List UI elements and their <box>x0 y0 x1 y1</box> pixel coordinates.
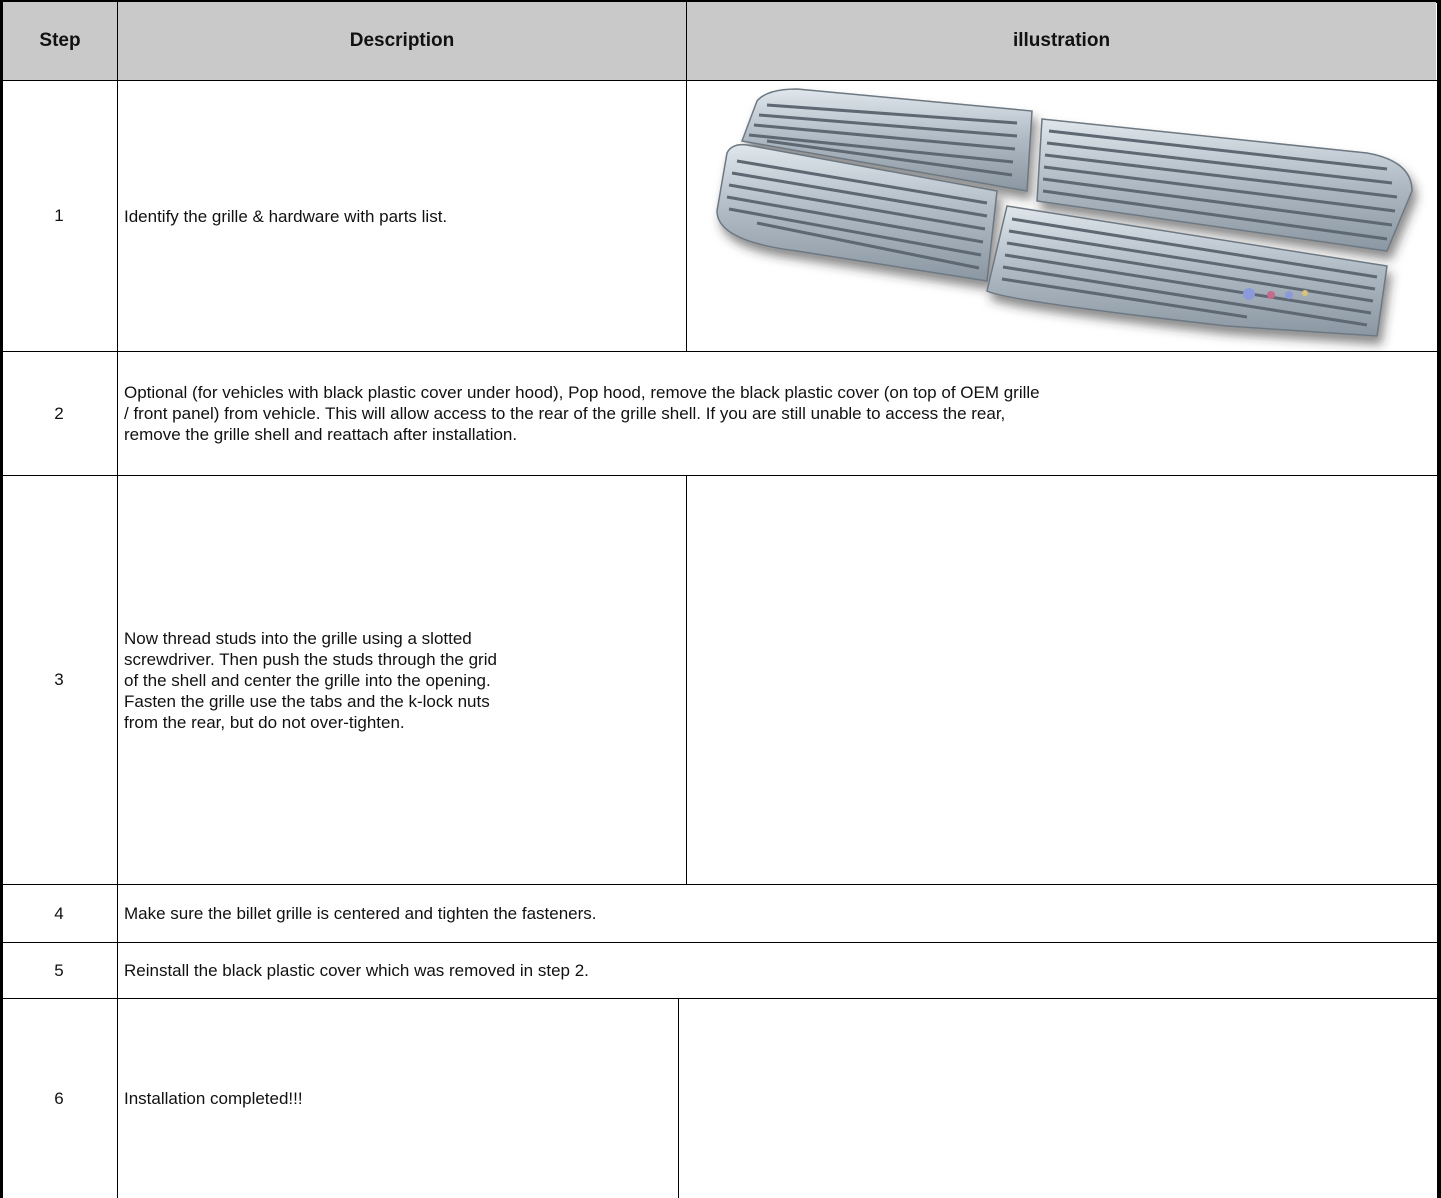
header-illustration: illustration <box>687 2 1436 80</box>
instruction-table: Step Description illustration 1 Identify… <box>0 0 1441 1198</box>
grille-illustration <box>687 81 1436 351</box>
illustration-empty <box>687 476 1436 884</box>
step-number: 4 <box>54 903 64 923</box>
column-divider <box>117 3 118 1198</box>
step-description: Optional (for vehicles with black plasti… <box>124 383 1040 444</box>
step-number: 3 <box>54 670 64 689</box>
step-number: 5 <box>54 960 64 980</box>
step-description: Reinstall the black plastic cover which … <box>124 961 589 980</box>
illustration-empty <box>679 999 1436 1198</box>
step-number: 1 <box>54 206 64 225</box>
step-description: Installation completed!!! <box>124 1089 303 1108</box>
step-description: Identify the grille & hardware with part… <box>124 206 448 226</box>
step-number: 6 <box>54 1088 64 1108</box>
grille-image <box>716 88 1413 337</box>
step-description: Now thread studs into the grille using a… <box>124 628 497 732</box>
step-number: 2 <box>54 403 64 423</box>
header-step: Step <box>3 2 117 80</box>
step-description: Make sure the billet grille is centered … <box>124 904 597 923</box>
header-description: Description <box>118 2 686 80</box>
